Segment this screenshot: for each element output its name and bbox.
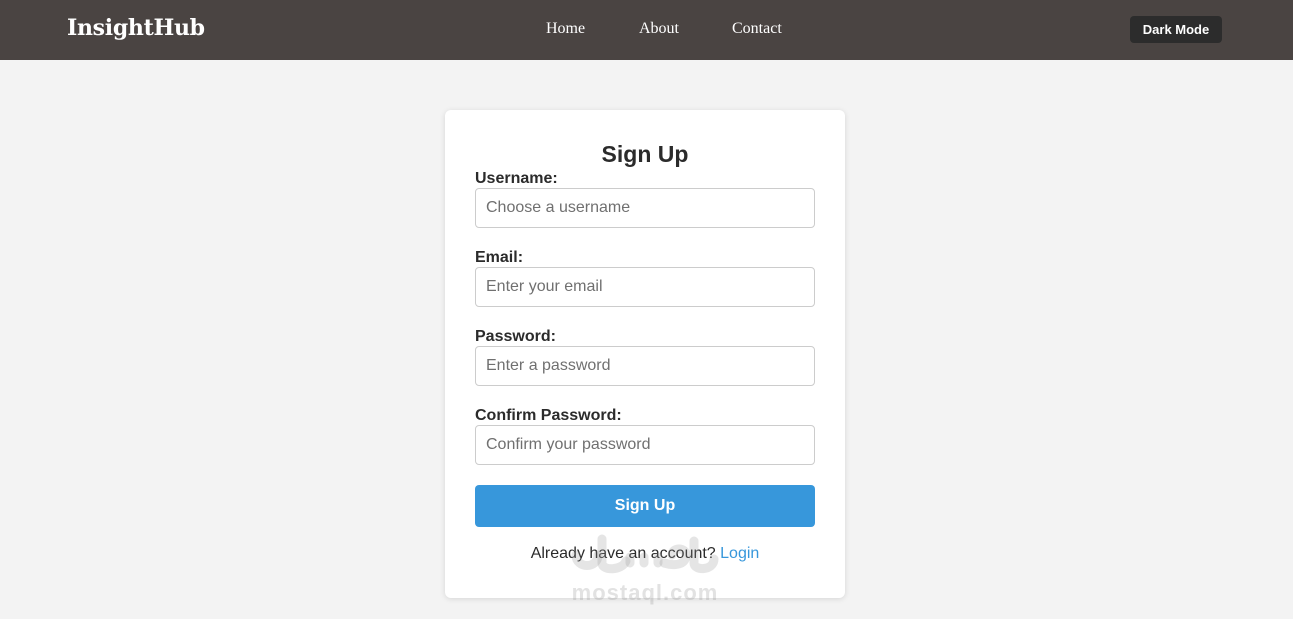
- nav-link-about[interactable]: About: [639, 20, 679, 38]
- username-label: Username:: [475, 170, 558, 187]
- dark-mode-toggle-button[interactable]: Dark Mode: [1130, 16, 1222, 43]
- email-label: Email:: [475, 249, 524, 266]
- top-navbar: InsightHub Home About Contact Dark Mode: [0, 0, 1293, 60]
- brand-logo[interactable]: InsightHub: [67, 15, 205, 41]
- login-prompt-line: Already have an account? Login: [445, 545, 845, 563]
- email-input[interactable]: [475, 267, 815, 307]
- nav-link-home[interactable]: Home: [546, 20, 585, 38]
- username-input[interactable]: [475, 188, 815, 228]
- login-link[interactable]: Login: [720, 545, 759, 562]
- signup-submit-button[interactable]: Sign Up: [475, 485, 815, 527]
- form-title: Sign Up: [601, 141, 689, 167]
- nav-link-contact[interactable]: Contact: [732, 20, 782, 38]
- confirm-password-label: Confirm Password:: [475, 407, 622, 424]
- login-prompt-text: Already have an account?: [530, 545, 716, 562]
- signup-card: Sign Up Username: Email: Password: Confi…: [445, 110, 845, 598]
- confirm-password-input[interactable]: [475, 425, 815, 465]
- password-label: Password:: [475, 328, 556, 345]
- password-input[interactable]: [475, 346, 815, 386]
